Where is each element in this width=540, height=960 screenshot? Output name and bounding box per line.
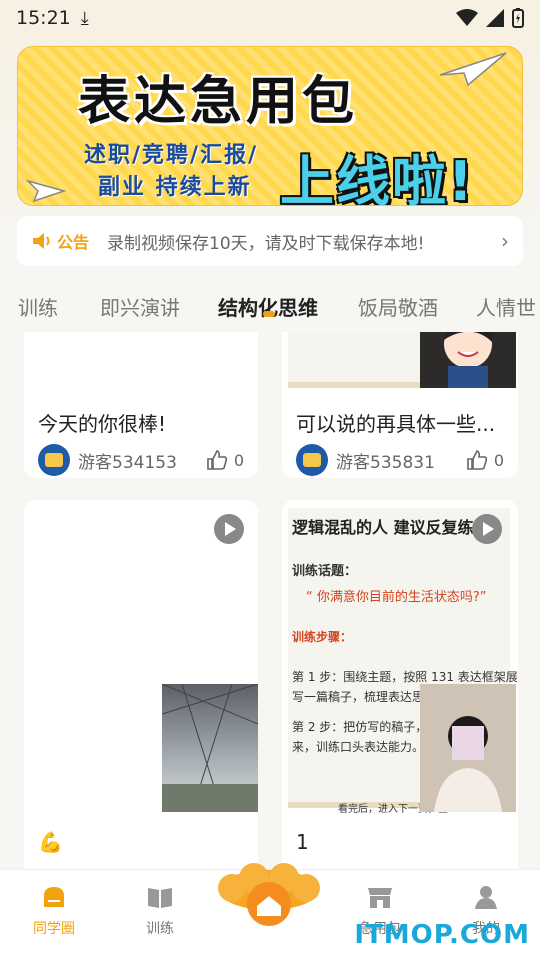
banner-subtitle-1: 述职/竞聘/汇报/	[84, 143, 259, 168]
play-icon[interactable]	[472, 514, 502, 544]
post-card[interactable]: 今天的你很棒! 游客534153 0	[24, 332, 258, 478]
category-tabs: 训练 即兴演讲 结构化思维 饭局敬酒 人情世	[0, 290, 540, 324]
banner-subtitle-2: 副业 持续上新	[98, 175, 252, 200]
cartoon-avatar-icon	[444, 332, 493, 388]
post-text: 💪	[38, 830, 63, 854]
wifi-icon	[456, 9, 478, 26]
slide-step-1: 第 1 步：围绕主题，按照 131 表达框架展开	[292, 670, 518, 684]
banner-highlight: 上线啦!	[280, 150, 475, 206]
promo-banner[interactable]: 表达急用包 述职/竞聘/汇报/ 副业 持续上新 上线啦!	[17, 46, 523, 206]
store-icon	[368, 888, 392, 908]
banner-title: 表达急用包	[78, 72, 359, 132]
center-action-icon[interactable]	[212, 860, 326, 934]
slide-heading: 逻辑混乱的人 建议反复练习	[292, 518, 490, 537]
person-icon	[475, 886, 497, 909]
nav-classmates[interactable]: 同学圈	[14, 884, 94, 938]
video-thumbnail	[420, 684, 516, 812]
video-thumbnail	[161, 683, 258, 813]
like-count: 0	[233, 450, 244, 470]
post-username: 游客534153	[78, 452, 177, 473]
classmates-icon	[44, 887, 64, 907]
chevron-right-icon: ›	[501, 229, 509, 253]
post-card[interactable]: 逻辑混乱的人 建议反复练习 训练话题： “ 你满意你目前的生活状态吗?” 训练步…	[282, 500, 518, 869]
status-time: 15:21	[16, 7, 71, 29]
avatar[interactable]	[296, 444, 328, 476]
avatar[interactable]	[38, 444, 70, 476]
paper-plane-icon	[439, 52, 507, 87]
thumbs-up-icon	[207, 450, 227, 470]
like-count: 0	[493, 450, 504, 470]
announcement-bar[interactable]: 公告 录制视频保存10天，请及时下载保存本地! ›	[17, 216, 523, 266]
ceiling-photo-icon	[161, 683, 258, 813]
slide-topic-label: 训练话题：	[292, 564, 358, 579]
post-text: 1	[296, 830, 309, 854]
watermark: ITMOP.COM	[354, 920, 530, 950]
thumbs-up-icon	[467, 450, 487, 470]
like-button[interactable]: 0	[466, 449, 504, 471]
active-tab-indicator	[263, 311, 275, 317]
like-button[interactable]: 0	[206, 449, 244, 471]
battery-icon	[512, 8, 524, 28]
announcement-label: 公告	[57, 233, 90, 252]
download-icon: ⤓	[80, 7, 89, 29]
speaker-icon	[33, 233, 50, 249]
post-card[interactable]: 可以说的再具体一些... 游客535831 0	[282, 332, 518, 478]
person-video-icon	[420, 684, 516, 812]
post-feed: 今天的你很棒! 游客534153 0 可以说的再具体一些... 游客535831…	[0, 332, 540, 869]
nav-label: 训练	[146, 921, 174, 937]
slide-step-2b: 来，训练口头表达能力。	[292, 740, 425, 754]
slide-step-2: 第 2 步：把仿写的稿子，	[292, 720, 428, 734]
play-icon[interactable]	[214, 514, 244, 544]
paper-plane-icon	[26, 179, 66, 203]
video-thumbnail	[420, 332, 516, 388]
tab-impromptu-speech[interactable]: 即兴演讲	[100, 292, 180, 321]
status-bar: 15:21 ⤓	[0, 0, 540, 36]
bottom-navigation: 同学圈 训练 急用包 我的 ITMOP.COM	[0, 863, 540, 960]
tab-social-etiquette[interactable]: 人情世	[476, 292, 536, 321]
post-card[interactable]: 💪	[24, 500, 258, 869]
post-text: 今天的你很棒!	[38, 412, 167, 436]
nav-training[interactable]: 训练	[120, 884, 200, 938]
tab-training[interactable]: 训练	[18, 292, 58, 321]
book-icon	[148, 888, 172, 908]
nav-label: 同学圈	[33, 921, 75, 937]
post-username: 游客535831	[336, 452, 435, 473]
slide-steps-label: 训练步骤：	[292, 630, 353, 644]
slide-topic: “ 你满意你目前的生活状态吗?”	[306, 590, 487, 605]
announcement-text: 录制视频保存10天，请及时下载保存本地!	[107, 233, 425, 254]
post-text: 可以说的再具体一些...	[296, 412, 496, 436]
tab-banquet-toast[interactable]: 饭局敬酒	[358, 292, 438, 321]
signal-icon	[486, 9, 504, 27]
